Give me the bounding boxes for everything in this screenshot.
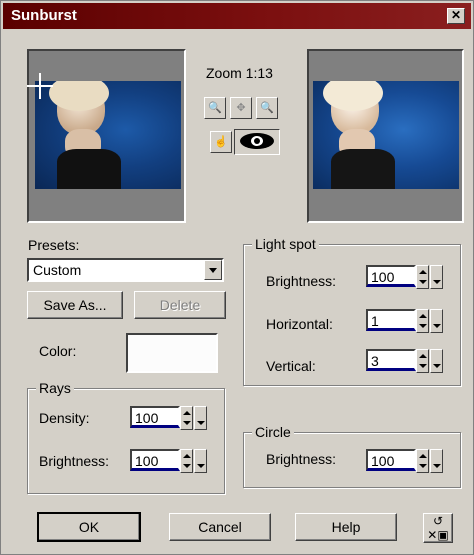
result-preview (307, 49, 464, 223)
title-bar[interactable]: Sunburst ✕ (3, 3, 471, 29)
crosshair-icon[interactable] (27, 73, 53, 99)
light-spot-brightness-increment[interactable] (416, 265, 429, 289)
cancel-button[interactable]: Cancel (169, 513, 271, 541)
preview-toggle-button[interactable] (234, 129, 280, 155)
pan-button[interactable]: ✥ (230, 97, 252, 119)
light-spot-horizontal-label: Horizontal: (266, 316, 333, 332)
zoom-label: Zoom 1:13 (206, 65, 273, 81)
help-button[interactable]: Help (295, 513, 397, 541)
eye-icon (240, 133, 274, 149)
move-icon: ✥ (236, 102, 246, 114)
hand-icon: ☝ (214, 136, 228, 148)
light-spot-horizontal-decrement[interactable] (430, 309, 443, 333)
close-button[interactable]: ✕ (447, 8, 465, 24)
light-spot-horizontal-input[interactable]: 1 (366, 309, 416, 331)
presets-dropdown[interactable]: Custom (27, 258, 224, 282)
light-spot-horizontal-increment[interactable] (416, 309, 429, 333)
rays-density-spinner[interactable]: 100 (130, 406, 210, 430)
rays-brightness-decrement[interactable] (194, 449, 207, 473)
save-as-button[interactable]: Save As... (27, 291, 123, 319)
reset-button[interactable]: ↺ ✕▣ (423, 513, 453, 543)
presets-dropdown-button[interactable] (204, 260, 222, 280)
rays-brightness-label: Brightness: (39, 453, 110, 469)
color-label: Color: (39, 343, 77, 359)
light-spot-group-title: Light spot (252, 236, 319, 252)
zoom-in-icon: 🔍 (260, 102, 274, 114)
rays-density-increment[interactable] (180, 406, 193, 430)
light-spot-vertical-increment[interactable] (416, 349, 429, 373)
light-spot-vertical-decrement[interactable] (430, 349, 443, 373)
undo-reset-icon: ↺ ✕▣ (427, 514, 449, 542)
light-spot-vertical-spinner[interactable]: 3 (366, 349, 446, 373)
zoom-out-button[interactable]: 🔍 (204, 97, 226, 119)
rays-brightness-input[interactable]: 100 (130, 449, 180, 471)
circle-brightness-input[interactable]: 100 (366, 449, 416, 471)
original-preview[interactable] (27, 49, 186, 223)
rays-group: Rays (27, 380, 225, 494)
light-spot-vertical-input[interactable]: 3 (366, 349, 416, 371)
delete-button[interactable]: Delete (134, 291, 226, 319)
circle-brightness-label: Brightness: (266, 451, 337, 467)
light-spot-vertical-label: Vertical: (266, 358, 316, 374)
ok-button[interactable]: OK (37, 512, 141, 542)
circle-group-title: Circle (252, 424, 294, 440)
light-spot-brightness-spinner[interactable]: 100 (366, 265, 446, 289)
rays-brightness-spinner[interactable]: 100 (130, 449, 210, 473)
window-title: Sunburst (11, 7, 77, 24)
rays-brightness-increment[interactable] (180, 449, 193, 473)
result-photo (313, 81, 459, 189)
sunburst-dialog: Sunburst ✕ Zoom 1:13 🔍 ✥ 🔍 ☝ Presets: Cu… (0, 0, 474, 555)
circle-brightness-increment[interactable] (416, 449, 429, 473)
light-spot-brightness-label: Brightness: (266, 273, 337, 289)
rays-density-decrement[interactable] (194, 406, 207, 430)
presets-label: Presets: (28, 237, 80, 253)
zoom-out-icon: 🔍 (208, 102, 222, 114)
close-icon: ✕ (450, 8, 462, 22)
circle-brightness-spinner[interactable]: 100 (366, 449, 446, 473)
color-swatch[interactable] (126, 333, 218, 373)
rays-group-title: Rays (36, 380, 74, 396)
light-spot-brightness-decrement[interactable] (430, 265, 443, 289)
rays-density-input[interactable]: 100 (130, 406, 180, 428)
circle-brightness-decrement[interactable] (430, 449, 443, 473)
original-photo (35, 81, 181, 189)
light-spot-brightness-input[interactable]: 100 (366, 265, 416, 287)
rays-density-label: Density: (39, 410, 90, 426)
light-spot-horizontal-spinner[interactable]: 1 (366, 309, 446, 333)
locate-button[interactable]: ☝ (210, 131, 232, 153)
zoom-in-button[interactable]: 🔍 (256, 97, 278, 119)
chevron-down-icon (209, 268, 217, 273)
presets-value: Custom (33, 262, 82, 278)
